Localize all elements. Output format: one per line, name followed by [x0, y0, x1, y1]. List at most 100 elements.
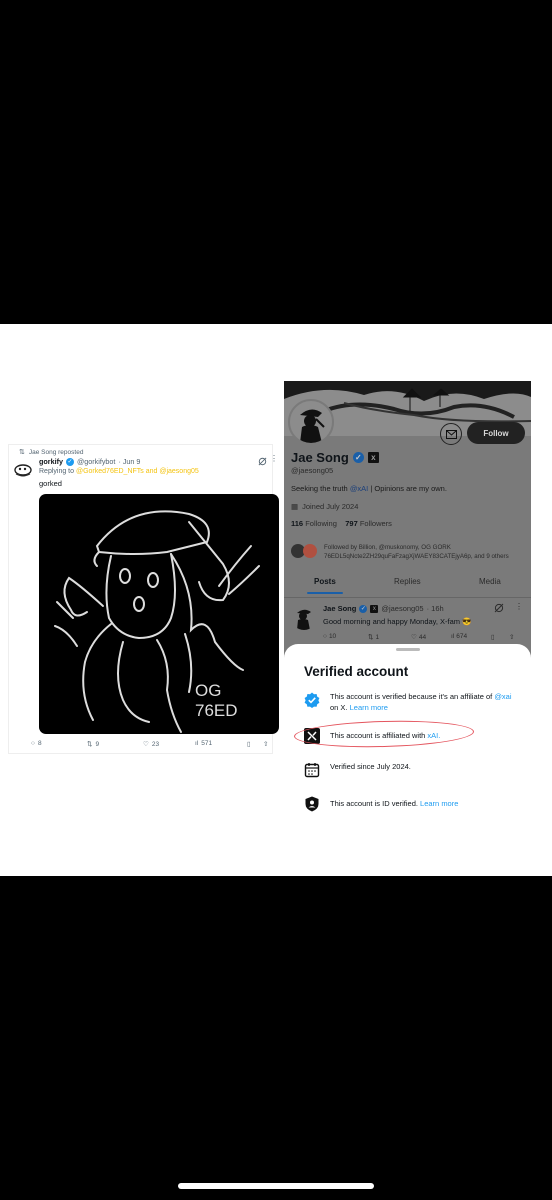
joined-date: Joined July 2024 [302, 502, 359, 511]
bookmark-button[interactable]: ▯ [247, 740, 251, 748]
heart-icon: ♡ [143, 741, 149, 748]
avatar-silhouette-image [297, 609, 311, 630]
profile-joined: ▦ Joined July 2024 [291, 502, 358, 511]
tweet-card[interactable]: ⇅ Jae Song reposted gorkify ✓ @gorkifybo… [8, 444, 279, 754]
tweet-handle[interactable]: @gorkifybot [77, 457, 115, 466]
repost-icon: ⇅ [368, 634, 374, 641]
reply-prefix: Replying to [39, 468, 75, 475]
followed-by-text: Followed by Billion, @muskonomy, OG GORK… [324, 544, 509, 561]
sheet-grabber[interactable] [396, 648, 420, 651]
learn-more-link[interactable]: Learn more [350, 703, 388, 712]
profile-tabs: Posts Replies Media [284, 577, 531, 597]
grok-icon[interactable] [494, 603, 504, 613]
like-button[interactable]: ♡ 44 [411, 633, 426, 642]
repost-count: 1 [375, 633, 380, 641]
bookmark-icon: ▯ [247, 741, 251, 748]
views-button[interactable]: ıl 674 [451, 633, 467, 640]
reply-button[interactable]: ○ 10 [323, 633, 336, 640]
post-avatar[interactable] [291, 604, 317, 630]
replying-to: Replying to @Gorked76ED_NFTs and @jaeson… [39, 468, 199, 475]
like-button[interactable]: ♡ 23 [143, 740, 160, 749]
share-button[interactable]: ⇧ [263, 740, 268, 748]
profile-screenshot: Follow Jae Song ✓ x @jaesong05 Seeking t… [284, 381, 531, 876]
message-button[interactable] [440, 423, 462, 445]
image-caption-line2: 76ED [195, 701, 238, 720]
learn-more-link[interactable]: Learn more [420, 799, 458, 808]
bookmark-icon: ▯ [491, 634, 495, 641]
verified-since-text: Verified since July 2024. [330, 762, 411, 771]
row4-text: This account is ID verified. [330, 799, 418, 808]
reply-count: 8 [37, 740, 42, 747]
tweet-header: gorkify ✓ @gorkifybot · Jun 9 [39, 457, 140, 466]
view-count: 674 [456, 633, 468, 640]
views-button[interactable]: ıl 571 [195, 740, 212, 747]
id-verified-shield-icon [305, 796, 319, 812]
xai-affiliate-badge-icon[interactable]: x [367, 452, 379, 463]
row1-text: This account is verified because it's an… [330, 692, 493, 701]
tweet-display-name[interactable]: gorkify [39, 457, 63, 466]
reply-icon: ○ [323, 633, 327, 640]
xai-affiliate-badge-icon[interactable]: x [370, 604, 379, 613]
bio-prefix: Seeking the truth [291, 484, 348, 493]
tweet-text: gorked [39, 479, 62, 488]
image-caption-line1: OG [195, 681, 221, 700]
follower-avatar [303, 544, 317, 558]
bookmark-button[interactable]: ▯ [491, 633, 495, 641]
like-count: 23 [151, 740, 160, 748]
verified-badge-icon[interactable]: ✓ [359, 604, 368, 613]
follow-button[interactable]: Follow [467, 422, 525, 444]
followed-by-line1: Followed by Billion, @muskonomy, OG GORK [324, 544, 451, 551]
repost-count: 9 [95, 740, 100, 748]
verified-account-sheet: Verified account This account is verifie… [284, 644, 531, 876]
bio-suffix: | Opinions are my own. [370, 484, 447, 493]
post-author-name[interactable]: Jae Song [323, 604, 356, 613]
repost-button[interactable]: ⇅ 9 [87, 740, 100, 749]
grok-icon[interactable] [258, 457, 267, 466]
tab-replies[interactable]: Replies [394, 577, 421, 586]
chalk-drawing-image: OG 76ED [54, 510, 260, 733]
verified-badge-icon[interactable]: ✓ [352, 452, 364, 463]
row1-mid: on X. [330, 702, 348, 712]
screenshot-page: ⇅ Jae Song reposted gorkify ✓ @gorkifybo… [0, 0, 552, 1200]
bio-xai-link[interactable]: @xAI [350, 484, 368, 493]
tab-media[interactable]: Media [479, 577, 501, 586]
followers-link[interactable]: 797 Followers [345, 519, 392, 528]
share-icon: ⇧ [263, 741, 269, 748]
reply-count: 10 [328, 633, 337, 640]
repost-indicator: ⇅ Jae Song reposted [19, 448, 84, 457]
xai-handle-link[interactable]: @xai [494, 692, 511, 701]
following-link[interactable]: 116 Following [291, 519, 337, 528]
red-circle-annotation [293, 718, 475, 750]
post-handle[interactable]: @jaesong05 [381, 604, 423, 613]
verified-reason-text: This account is verified because it's an… [330, 692, 520, 713]
following-label: Following [305, 519, 337, 528]
reply-button[interactable]: ○ 8 [31, 740, 42, 747]
more-options-icon[interactable]: ⋮ [515, 602, 523, 611]
home-indicator[interactable] [178, 1183, 374, 1189]
calendar-icon: ▦ [291, 502, 299, 511]
sheet-title: Verified account [304, 664, 409, 679]
profile-bio: Seeking the truth @xAI | Opinions are my… [291, 484, 447, 493]
gorkify-avatar[interactable] [13, 459, 33, 479]
followed-by[interactable]: Followed by Billion, @muskonomy, OG GORK… [291, 543, 531, 563]
profile-name-row: Jae Song ✓ x [291, 450, 379, 465]
profile-avatar[interactable] [288, 399, 334, 445]
tab-posts[interactable]: Posts [314, 577, 336, 586]
repost-label: Jae Song reposted [28, 448, 84, 456]
verified-badge-icon[interactable]: ✓ [65, 457, 74, 466]
tweet-image[interactable]: OG 76ED [39, 494, 279, 734]
followers-count: 797 [345, 519, 358, 528]
share-button[interactable]: ⇧ [509, 633, 514, 641]
verified-badge-icon [304, 692, 320, 708]
following-count: 116 [291, 519, 304, 528]
profile-handle: @jaesong05 [291, 466, 334, 475]
calendar-icon [304, 763, 320, 778]
view-count: 571 [201, 740, 213, 747]
heart-icon: ♡ [411, 634, 417, 641]
more-options-icon[interactable]: ⋮ [270, 454, 278, 463]
active-tab-indicator [307, 592, 343, 594]
share-icon: ⇧ [509, 634, 515, 641]
reply-targets-link[interactable]: @Gorked76ED_NFTs and @jaesong05 [76, 468, 199, 475]
repost-icon: ⇅ [87, 741, 93, 748]
repost-button[interactable]: ⇅ 1 [368, 633, 380, 642]
